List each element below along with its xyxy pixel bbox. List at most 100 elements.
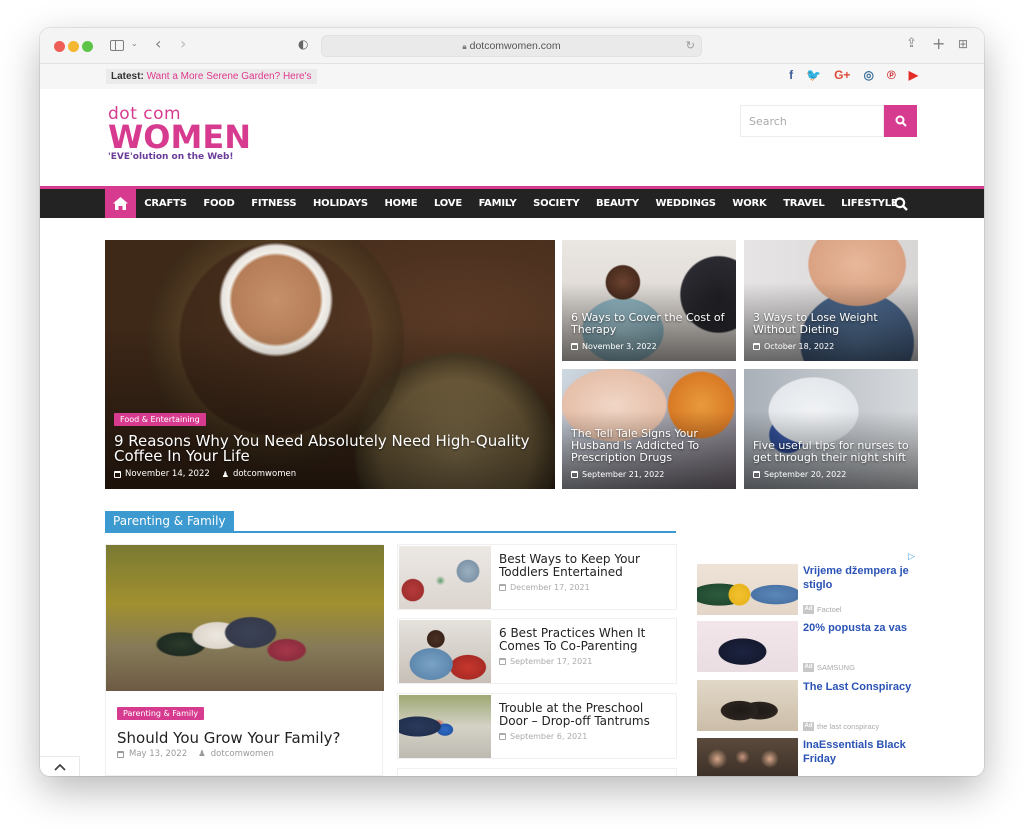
minimize-window-button[interactable] [68, 41, 79, 52]
back-to-top-button[interactable] [40, 756, 80, 776]
zoom-window-button[interactable] [82, 41, 93, 52]
ad-source: SAMSUNG [817, 663, 855, 672]
post-title[interactable]: The Tell Tale Signs Your Husband Is Addi… [571, 428, 732, 464]
close-window-button[interactable] [54, 41, 65, 52]
pinterest-icon[interactable]: ℗ [887, 68, 896, 82]
main-nav: CRAFTS FOOD FITNESS HOLIDAYS HOME LOVE FAMILY S… [40, 186, 984, 218]
post-title[interactable]: Trouble at the Preschool Door – Drop-off… [499, 702, 669, 728]
preschool-image [399, 695, 491, 758]
ad-item[interactable]: The Last Conspiracy Ad the last conspirac… [697, 680, 922, 736]
category-badge[interactable]: Parenting & Family [117, 707, 205, 720]
category-badge[interactable]: Food & Entertaining [114, 413, 206, 426]
ad-label: Ad [803, 722, 814, 731]
post-title[interactable]: Five useful tips for nurses to get throu… [753, 440, 914, 464]
family-walk-image [106, 545, 384, 691]
ad-image [697, 738, 798, 776]
post-title[interactable]: Should You Grow Your Family? [117, 729, 340, 747]
search-button[interactable] [884, 105, 917, 137]
twitter-icon[interactable]: 🐦 [806, 68, 821, 82]
post-title[interactable]: 3 Ways to Lose Weight Without Dieting [753, 312, 914, 336]
ad-title[interactable]: 20% popusta za vas [803, 621, 923, 635]
toddlers-image [399, 546, 491, 609]
post-date[interactable]: November 14, 2022 [125, 469, 210, 479]
site-logo[interactable]: dot com WOMEN 'EVE'olution on the Web! [108, 106, 251, 163]
section-list-post[interactable]: 6 Best Practices When It Comes To Co-Par… [397, 618, 677, 684]
back-icon[interactable]: ‹ [155, 36, 161, 52]
section-list-post[interactable]: Trouble at the Preschool Door – Drop-off… [397, 693, 677, 759]
nav-item-holidays[interactable]: HOLIDAYS [305, 189, 376, 218]
chevron-down-icon[interactable]: ⌄ [131, 40, 138, 48]
nav-item-travel[interactable]: TRAVEL [775, 189, 833, 218]
logo-line2: WOMEN [108, 118, 251, 156]
post-date[interactable]: September 17, 2021 [510, 657, 592, 666]
featured-grid-post[interactable]: Five useful tips for nurses to get throu… [744, 369, 918, 489]
nav-item-crafts[interactable]: CRAFTS [136, 189, 195, 218]
top-bar: Latest: Want a More Serene Garden? Here'… [40, 64, 984, 89]
post-date[interactable]: December 17, 2021 [510, 583, 590, 592]
calendar-icon [753, 343, 760, 350]
post-date[interactable]: October 18, 2022 [764, 342, 834, 351]
post-date[interactable]: November 3, 2022 [582, 342, 657, 351]
sidebar-toggle-icon[interactable] [110, 40, 124, 51]
share-icon[interactable]: ⇪ [906, 37, 917, 50]
forward-icon[interactable]: › [180, 36, 186, 52]
nav-home-button[interactable] [105, 189, 136, 218]
post-title[interactable]: 9 Reasons Why You Need Absolutely Need H… [114, 434, 551, 464]
lock-icon: 🔒︎ [462, 42, 467, 51]
featured-grid-post[interactable]: 3 Ways to Lose Weight Without Dieting Oc… [744, 240, 918, 361]
latest-link[interactable]: Want a More Serene Garden? Here's [147, 71, 312, 82]
section-list-post[interactable]: Best Ways to Keep Your Toddlers Entertai… [397, 544, 677, 610]
post-title[interactable]: 6 Ways to Cover the Cost of Therapy [571, 312, 732, 336]
user-icon: ♟ [221, 469, 229, 479]
ad-source: the last conspiracy [817, 722, 880, 731]
facebook-icon[interactable]: f [789, 68, 793, 82]
search-icon [894, 197, 908, 211]
nav-item-family[interactable]: FAMILY [470, 189, 525, 218]
post-title[interactable]: 6 Best Practices When It Comes To Co-Par… [499, 627, 669, 653]
adchoices-icon[interactable]: ▷ [908, 552, 915, 562]
featured-grid-post[interactable]: 6 Ways to Cover the Cost of Therapy Nove… [562, 240, 736, 361]
post-title[interactable]: Best Ways to Keep Your Toddlers Entertai… [499, 553, 669, 579]
nav-item-food[interactable]: FOOD [195, 189, 243, 218]
co-parenting-image [399, 620, 491, 683]
latest-label: Latest: [111, 71, 144, 82]
ad-title[interactable]: The Last Conspiracy [803, 680, 923, 694]
section-list-post[interactable] [397, 768, 677, 776]
ad-title[interactable]: InaEssentials Black Friday [803, 738, 923, 766]
tab-overview-icon[interactable]: ⊞ [958, 38, 968, 50]
section-title[interactable]: Parenting & Family [105, 511, 234, 531]
post-author[interactable]: dotcomwomen [233, 469, 296, 479]
privacy-shield-icon[interactable]: ◐ [298, 38, 308, 50]
reload-icon[interactable]: ↻ [686, 39, 695, 52]
youtube-icon[interactable]: ▶ [909, 68, 918, 82]
calendar-icon [499, 658, 506, 665]
calendar-icon [571, 343, 578, 350]
nav-item-society[interactable]: SOCIETY [525, 189, 588, 218]
nav-item-weddings[interactable]: WEDDINGS [647, 189, 724, 218]
featured-main-post[interactable]: Food & Entertaining 9 Reasons Why You Ne… [105, 240, 555, 489]
search-input[interactable] [741, 106, 883, 136]
address-bar[interactable]: 🔒︎ dotcomwomen.com ↻ [321, 35, 702, 57]
post-author[interactable]: dotcomwomen [211, 749, 274, 759]
section-header: Parenting & Family [105, 511, 676, 533]
ad-item[interactable]: Vrijeme džempera je stiglo Ad Factoel [697, 564, 922, 620]
post-date[interactable]: May 13, 2022 [129, 749, 187, 759]
ad-title[interactable]: Vrijeme džempera je stiglo [803, 564, 923, 592]
post-date[interactable]: September 6, 2021 [510, 732, 587, 741]
post-date[interactable]: September 20, 2022 [764, 470, 846, 479]
featured-grid-post[interactable]: The Tell Tale Signs Your Husband Is Addi… [562, 369, 736, 489]
section-main-post[interactable]: Parenting & Family Should You Grow Your … [105, 544, 384, 776]
ad-item[interactable]: 20% popusta za vas Ad SAMSUNG [697, 621, 922, 677]
instagram-icon[interactable]: ◎ [863, 68, 873, 82]
nav-item-home[interactable]: HOME [376, 189, 425, 218]
google-plus-icon[interactable]: G+ [834, 68, 850, 82]
ad-item[interactable]: InaEssentials Black Friday [697, 738, 922, 776]
nav-item-fitness[interactable]: FITNESS [243, 189, 305, 218]
new-tab-icon[interactable]: + [932, 36, 945, 52]
nav-item-beauty[interactable]: BEAUTY [588, 189, 647, 218]
nav-item-love[interactable]: LOVE [426, 189, 471, 218]
search-icon [895, 115, 907, 127]
nav-item-work[interactable]: WORK [724, 189, 775, 218]
post-date[interactable]: September 21, 2022 [582, 470, 664, 479]
nav-search-button[interactable] [894, 196, 908, 215]
